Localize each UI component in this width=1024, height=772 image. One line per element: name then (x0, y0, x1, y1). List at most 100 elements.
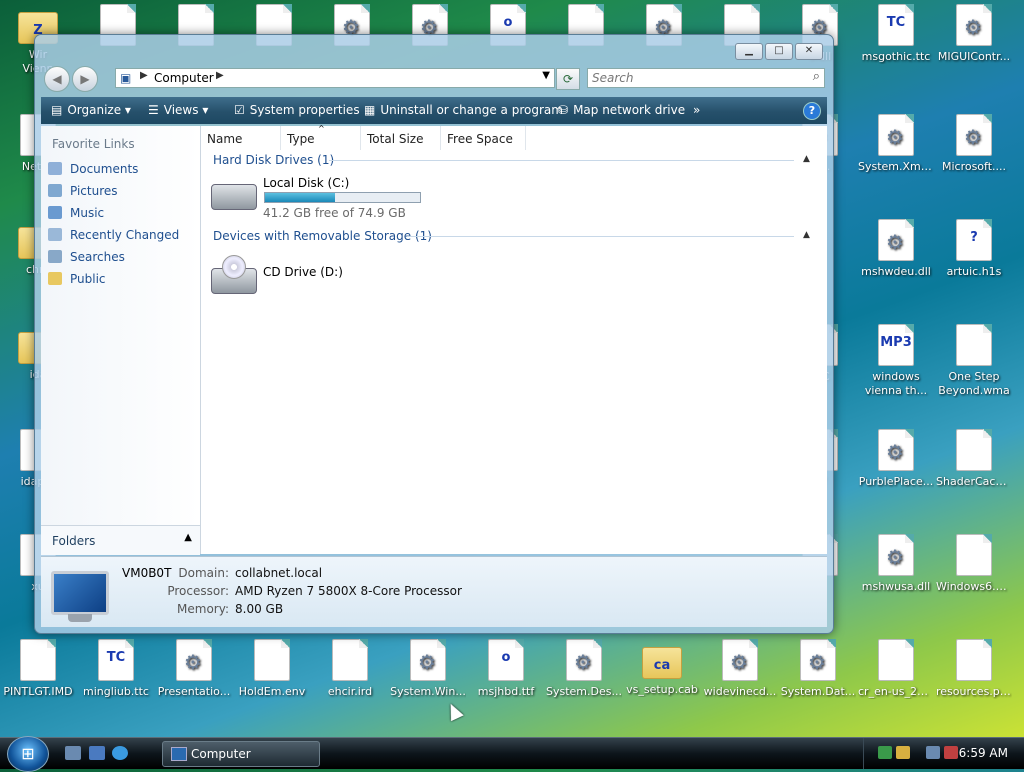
search-input[interactable]: Search (592, 71, 634, 85)
nav-item-public[interactable]: Public (48, 272, 106, 286)
uninstall-label: Uninstall or change a program (380, 103, 563, 117)
system-properties-button[interactable]: ☑ System properties (234, 103, 360, 117)
map-network-drive-button[interactable]: ⛁ Map network drive (558, 103, 685, 117)
nav-label: Public (70, 272, 106, 286)
views-label: Views (163, 103, 199, 117)
group-header-removable[interactable]: Devices with Removable Storage (1) (213, 229, 432, 243)
desktop-icon[interactable]: mshwdeu.dll (858, 219, 934, 279)
desktop-icon[interactable]: TC mingliub.ttc (78, 639, 154, 699)
close-button[interactable]: ✕ (795, 43, 823, 60)
views-icon: ☰ (148, 103, 159, 117)
desktop-icon[interactable]: PurblePlace... (858, 429, 934, 489)
folders-label: Folders (52, 534, 96, 548)
nav-item-documents[interactable]: Documents (48, 162, 138, 176)
desktop-icon[interactable]: ShaderCach... (936, 429, 1012, 489)
group-divider (329, 160, 794, 161)
desktop-icon[interactable]: widevinecd... (702, 639, 778, 699)
internet-explorer-icon[interactable] (112, 746, 128, 760)
desktop-icon[interactable]: ca vs_setup.cab (624, 639, 700, 697)
desktop-icon[interactable]: One Step Beyond.wma (936, 324, 1012, 398)
desktop-icon[interactable]: cr_en-us_20... (858, 639, 934, 699)
group-header-hard-disks[interactable]: Hard Disk Drives (1) (213, 153, 334, 167)
address-bar[interactable]: ▣ ▶ Computer ▶ ▼ (115, 68, 555, 88)
desktop-icon[interactable]: PINTLGT.IMD (0, 639, 76, 699)
desktop-icon[interactable]: HoldEm.env (234, 639, 310, 699)
file-icon: TC (98, 639, 134, 681)
folders-bar[interactable]: Folders ▲ (41, 525, 200, 555)
minimize-button[interactable]: ▁ (735, 43, 763, 60)
icon-glyph: o (501, 650, 511, 665)
switch-windows-icon[interactable] (89, 746, 105, 760)
address-location[interactable]: Computer (154, 71, 214, 85)
views-button[interactable]: ☰ Views ▾ (148, 103, 208, 117)
uninstall-button[interactable]: ▦ Uninstall or change a program (364, 103, 563, 117)
desktop-icon-label: msjhbd.ttf (477, 685, 535, 698)
organize-button[interactable]: ▤ Organize ▾ (51, 103, 131, 117)
forward-button[interactable]: ▶ (72, 66, 98, 92)
show-desktop-icon[interactable] (65, 746, 81, 760)
desktop-icon-label: vs_setup.cab (626, 683, 698, 696)
desktop-icon[interactable]: System.Dat... (780, 639, 856, 699)
start-button[interactable]: ⊞ (7, 736, 49, 772)
nav-item-pictures[interactable]: Pictures (48, 184, 118, 198)
address-dropdown-icon[interactable]: ▼ (542, 70, 550, 81)
maximize-button[interactable]: □ (765, 43, 793, 60)
desktop-icon[interactable]: System.Des... (546, 639, 622, 699)
desktop-icon-label: ehcir.ird (327, 685, 373, 698)
desktop-icon[interactable]: Microsoft.... (936, 114, 1012, 174)
computer-window[interactable]: ▁ □ ✕ ◀ ▶ ▣ ▶ Computer ▶ ▼ ⟳ Search ⌕ ▤ O… (34, 34, 834, 634)
nav-label: Searches (70, 250, 125, 264)
system-file-icon (878, 534, 914, 576)
chevron-up-icon[interactable]: ▲ (184, 532, 192, 543)
system-file-icon (956, 4, 992, 46)
security-icon[interactable] (896, 746, 910, 759)
desktop-icon[interactable]: mshwusa.dll (858, 534, 934, 594)
collapse-group-icon[interactable]: ▲ (803, 230, 810, 240)
content-pane: Name Type ^ Total Size Free Space Hard D… (201, 124, 827, 554)
file-icon (254, 639, 290, 681)
desktop-icon[interactable]: System.Win... (390, 639, 466, 699)
desktop-icon[interactable]: resources.pak (936, 639, 1012, 699)
back-button[interactable]: ◀ (44, 66, 70, 92)
nav-item-recently-changed[interactable]: Recently Changed (48, 228, 179, 242)
file-icon (956, 324, 992, 366)
desktop-icon[interactable]: MP3 windows vienna th... (858, 324, 934, 398)
desktop-icon[interactable]: o msjhbd.ttf (468, 639, 544, 699)
desktop-icon[interactable]: Windows6.0... (936, 534, 1012, 594)
help-button[interactable]: ? (803, 102, 821, 120)
desktop-icon[interactable]: Presentatio... (156, 639, 232, 699)
taskbar-button-label: Computer (191, 747, 251, 761)
network-icon[interactable] (878, 746, 892, 759)
network-drive-icon: ⛁ (558, 103, 569, 117)
hard-disk-icon (211, 184, 257, 210)
organize-icon: ▤ (51, 103, 63, 117)
desktop-icon[interactable]: System.Xml... (858, 114, 934, 174)
breadcrumb-arrow-icon[interactable]: ▶ (140, 70, 148, 81)
column-header-free-space[interactable]: Free Space (441, 126, 526, 150)
desktop-icon[interactable]: MIGUIContr... (936, 4, 1012, 64)
refresh-button[interactable]: ⟳ (556, 68, 580, 90)
desktop-icon[interactable]: TC msgothic.ttc (858, 4, 934, 64)
taskbar-button-computer[interactable]: Computer (162, 741, 320, 767)
more-commands-button[interactable]: » (693, 103, 700, 117)
column-header-name[interactable]: Name (201, 126, 281, 150)
file-icon: o (488, 639, 524, 681)
search-icon[interactable]: ⌕ (813, 69, 820, 84)
drive-c-free-text: 41.2 GB free of 74.9 GB (263, 206, 406, 220)
search-box[interactable]: Search ⌕ (587, 68, 825, 88)
volume-muted-icon[interactable] (944, 746, 958, 759)
breadcrumb-arrow-icon[interactable]: ▶ (216, 70, 224, 81)
drive-local-disk-c[interactable]: Local Disk (C:) 41.2 GB free of 74.9 GB (209, 174, 439, 220)
nav-item-music[interactable]: Music (48, 206, 104, 220)
command-bar: ▤ Organize ▾ ☰ Views ▾ ☑ System properties … (41, 97, 827, 124)
collapse-group-icon[interactable]: ▲ (803, 154, 810, 164)
desktop-icon[interactable]: ehcir.ird (312, 639, 388, 699)
clock[interactable]: 6:59 AM (959, 746, 1008, 760)
column-header-total-size[interactable]: Total Size (361, 126, 441, 150)
drive-cd-d[interactable]: CD Drive (D:) (209, 248, 389, 294)
system-file-icon (878, 219, 914, 261)
desktop-icon-label: HoldEm.env (238, 685, 306, 698)
nav-item-searches[interactable]: Searches (48, 250, 125, 264)
desktop-icon[interactable]: ? artuic.h1s (936, 219, 1012, 279)
network-status-icon[interactable] (926, 746, 940, 759)
